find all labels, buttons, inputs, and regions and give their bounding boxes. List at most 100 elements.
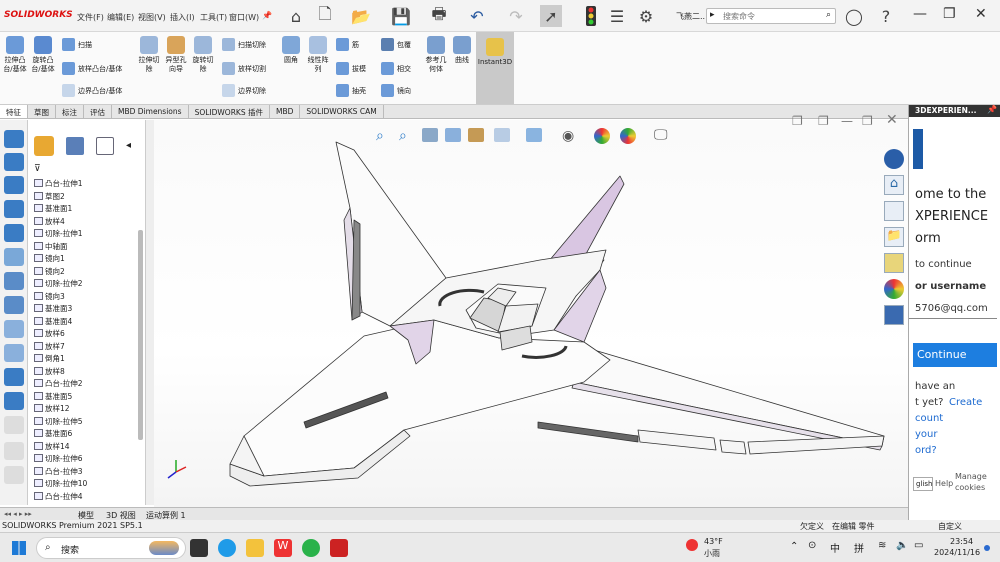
tree-item[interactable]: 基准面5	[34, 391, 72, 402]
tree-item[interactable]: 切除-拉伸6	[34, 453, 82, 464]
forgot-line-2[interactable]: ord?	[915, 445, 937, 456]
tree-scrollbar[interactable]	[138, 230, 143, 440]
tree-item[interactable]: 镜向1	[34, 253, 65, 264]
draft-button[interactable]: 拔模	[336, 62, 366, 75]
hole-wizard-button[interactable]: 异型孔向导	[164, 36, 188, 74]
tab-mbd-dimensions[interactable]: MBD Dimensions	[112, 105, 189, 118]
undo-icon[interactable]: ↶	[466, 5, 488, 27]
tree-item[interactable]: 草图2	[34, 191, 65, 202]
task-home-icon[interactable]: ⌂	[884, 175, 904, 195]
clock-time[interactable]: 23:54	[950, 537, 973, 546]
fillet-shortcut-icon[interactable]	[4, 320, 24, 338]
tree-item[interactable]: 切除-拉伸10	[34, 478, 87, 489]
tree-item[interactable]: 放样14	[34, 441, 70, 452]
units-select[interactable]: 自定义	[938, 521, 962, 532]
spaceship-model[interactable]	[154, 120, 908, 507]
property-manager-tab-icon[interactable]	[66, 137, 84, 155]
email-input[interactable]: 5706@qq.com	[909, 301, 997, 319]
extruded-cut-button[interactable]: 拉伸切除	[137, 36, 161, 74]
boundary-boss-button[interactable]: 边界凸台/基体	[62, 84, 122, 97]
tree-item[interactable]: 基准面6	[34, 428, 72, 439]
edge-icon[interactable]	[218, 539, 236, 557]
instant3d-button[interactable]: Instant3D	[476, 32, 514, 104]
menu-view[interactable]: 视图(V)	[138, 12, 166, 23]
options-list-icon[interactable]: ☰	[606, 5, 628, 27]
tree-item[interactable]: 基准面1	[34, 203, 72, 214]
rib-button[interactable]: 筋	[336, 38, 359, 51]
ime-mode[interactable]: 拼	[854, 540, 864, 555]
settings-gear-icon[interactable]: ⚙	[635, 5, 657, 27]
tree-item[interactable]: 凸台-拉伸2	[34, 378, 82, 389]
tab-cam[interactable]: SOLIDWORKS CAM	[300, 105, 384, 118]
tab-markup[interactable]: 标注	[56, 105, 84, 118]
panel-splitter[interactable]	[146, 120, 154, 505]
file-explorer-taskbar-icon[interactable]	[246, 539, 264, 557]
file-explorer-icon[interactable]: 📁	[884, 227, 904, 247]
tree-item[interactable]: 基准面4	[34, 316, 72, 327]
tab-sketch[interactable]: 草图	[28, 105, 56, 118]
linear-pattern-button[interactable]: 线性阵列	[305, 36, 331, 74]
select-cursor-icon[interactable]: ➚	[540, 5, 562, 27]
tree-item[interactable]: 切除-拉伸1	[34, 228, 82, 239]
revolved-boss-button[interactable]: 旋转凸台/基体	[30, 36, 56, 74]
extruded-boss-button[interactable]: 拉伸凸台/基体	[2, 36, 28, 74]
tree-item[interactable]: 放样8	[34, 366, 65, 377]
rib-shortcut-icon[interactable]	[4, 296, 24, 314]
volume-icon[interactable]: 🔈	[896, 540, 908, 551]
tree-item[interactable]: 镜向2	[34, 266, 65, 277]
help-link[interactable]: Help	[935, 479, 953, 488]
tab-addins[interactable]: SOLIDWORKS 插件	[189, 105, 270, 118]
close-button[interactable]: ✕	[975, 6, 987, 22]
battery-icon[interactable]: ▭	[914, 540, 923, 551]
maximize-button[interactable]: ❐	[943, 6, 956, 22]
home-icon[interactable]: ⌂	[285, 5, 307, 27]
3dexperience-icon[interactable]	[884, 149, 904, 169]
menu-file[interactable]: 文件(F)	[77, 12, 104, 23]
task-view-icon[interactable]	[190, 539, 208, 557]
tree-item[interactable]: 镜向3	[34, 291, 65, 302]
open-file-icon[interactable]: 📂	[350, 5, 372, 27]
tree-prev-icon[interactable]: ◂	[126, 140, 131, 151]
solidworks-taskbar-icon[interactable]	[330, 539, 348, 557]
notification-icon[interactable]: ⊙	[808, 540, 816, 551]
feature-manager-tab-icon[interactable]	[34, 136, 54, 156]
tree-item[interactable]: 放样6	[34, 328, 65, 339]
reference-geometry-button[interactable]: 参考几何体	[423, 36, 449, 74]
tray-chevron-icon[interactable]: ⌃	[790, 541, 798, 552]
filter-icon[interactable]: ⊽	[34, 164, 41, 174]
search-dropdown-icon[interactable]: ⌕	[826, 10, 831, 20]
lofted-cut-button[interactable]: 放样切割	[222, 62, 266, 75]
manage-cookies-link[interactable]: Manage cookies	[955, 471, 999, 493]
wrap-shortcut-icon[interactable]	[4, 392, 24, 410]
forgot-line-1[interactable]: your	[915, 429, 938, 440]
tree-item[interactable]: 切除-拉伸2	[34, 278, 82, 289]
custom-properties-icon[interactable]	[884, 305, 904, 325]
menu-tools[interactable]: 工具(T)	[200, 12, 227, 23]
swept-cut-button[interactable]: 扫描切除	[222, 38, 266, 51]
cut-shortcut-icon[interactable]	[4, 224, 24, 242]
windows-start-icon[interactable]	[12, 541, 26, 555]
tree-item[interactable]: 凸台-拉伸1	[34, 178, 82, 189]
account-icon[interactable]: ◯	[843, 5, 865, 27]
fillet-button[interactable]: 圆角	[279, 36, 303, 65]
tab-scroll-icons[interactable]: ◂◂ ◂ ▸ ▸▸	[4, 510, 32, 518]
loft-boss-button[interactable]: 放样凸台/基体	[62, 62, 122, 75]
wechat-icon[interactable]	[302, 539, 320, 557]
curves-button[interactable]: 曲线	[450, 36, 474, 65]
mirror-button[interactable]: 镜向	[381, 84, 411, 97]
shell-shortcut-icon[interactable]	[4, 344, 24, 362]
loft-shortcut-icon[interactable]	[4, 200, 24, 218]
command-search-input[interactable]: ▸ 搜索命令 ⌕	[706, 8, 836, 24]
configuration-manager-tab-icon[interactable]	[96, 137, 114, 155]
tab-features[interactable]: 特征	[0, 105, 28, 118]
menu-window[interactable]: 窗口(W)	[229, 12, 259, 23]
redo-icon[interactable]: ↷	[505, 5, 527, 27]
save-icon[interactable]: 💾	[390, 5, 412, 27]
tree-item[interactable]: 基准面3	[34, 303, 72, 314]
traffic-light-icon[interactable]	[580, 5, 602, 27]
create-link[interactable]: Create	[949, 397, 982, 408]
boss-shortcut-icon[interactable]	[4, 130, 24, 148]
panel-pin-icon[interactable]: 📌	[987, 105, 997, 114]
boundary-cut-button[interactable]: 边界切除	[222, 84, 266, 97]
wifi-icon[interactable]: ≋	[878, 540, 886, 551]
